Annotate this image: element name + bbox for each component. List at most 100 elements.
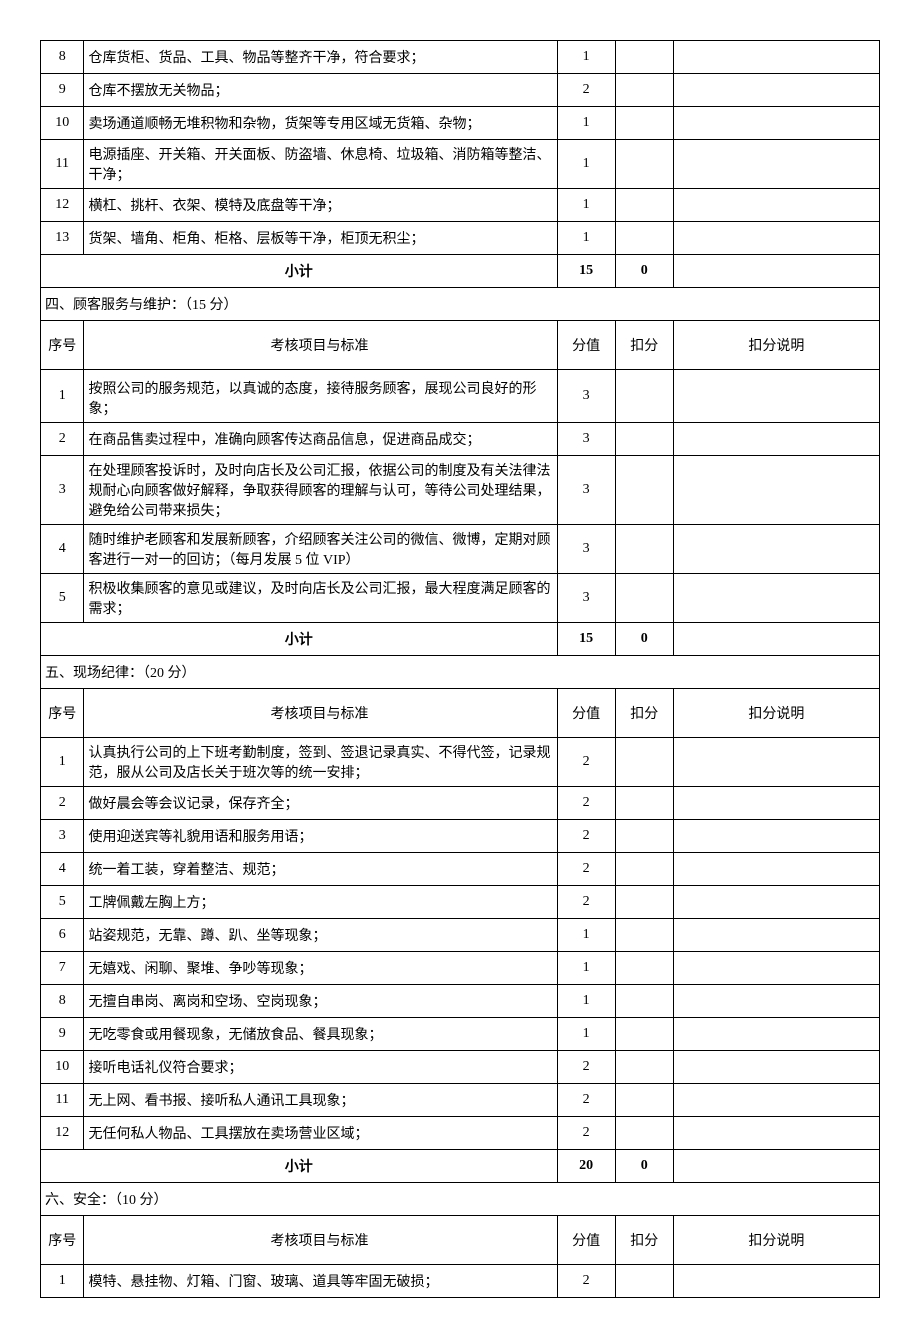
table-row: 8 仓库货柜、货品、工具、物品等整齐干净，符合要求； 1 — [41, 41, 880, 74]
note-cell — [673, 140, 879, 189]
note-cell — [673, 1084, 879, 1117]
note-cell — [673, 74, 879, 107]
note-cell — [673, 886, 879, 919]
column-header-row: 序号 考核项目与标准 分值 扣分 扣分说明 — [41, 1216, 880, 1265]
criteria-cell: 模特、悬挂物、灯箱、门窗、玻璃、道具等牢固无破损； — [84, 1265, 557, 1298]
score-cell: 2 — [557, 738, 615, 787]
note-cell — [673, 189, 879, 222]
deduct-cell — [615, 952, 673, 985]
note-cell — [673, 456, 879, 525]
deduct-cell — [615, 423, 673, 456]
table-row: 4 统一着工装，穿着整洁、规范； 2 — [41, 853, 880, 886]
table-row: 13 货架、墙角、柜角、柜格、层板等干净，柜顶无积尘； 1 — [41, 222, 880, 255]
table-row: 5 工牌佩戴左胸上方； 2 — [41, 886, 880, 919]
criteria-cell: 在处理顾客投诉时，及时向店长及公司汇报，依据公司的制度及有关法律法规耐心向顾客做… — [84, 456, 557, 525]
deduct-cell — [615, 787, 673, 820]
subtotal-score: 20 — [557, 1150, 615, 1183]
header-deduct: 扣分 — [615, 1216, 673, 1265]
note-cell — [673, 222, 879, 255]
table-row: 7 无嬉戏、闲聊、聚堆、争吵等现象； 1 — [41, 952, 880, 985]
note-cell — [673, 370, 879, 423]
seq-cell: 8 — [41, 985, 84, 1018]
deduct-cell — [615, 820, 673, 853]
note-cell — [673, 853, 879, 886]
seq-cell: 4 — [41, 525, 84, 574]
subtotal-score: 15 — [557, 623, 615, 656]
score-cell: 2 — [557, 74, 615, 107]
deduct-cell — [615, 222, 673, 255]
score-cell: 1 — [557, 222, 615, 255]
criteria-cell: 做好晨会等会议记录，保存齐全； — [84, 787, 557, 820]
criteria-cell: 无吃零食或用餐现象，无储放食品、餐具现象； — [84, 1018, 557, 1051]
score-cell: 2 — [557, 1265, 615, 1298]
seq-cell: 10 — [41, 1051, 84, 1084]
criteria-cell: 无嬉戏、闲聊、聚堆、争吵等现象； — [84, 952, 557, 985]
seq-cell: 11 — [41, 1084, 84, 1117]
note-cell — [673, 1117, 879, 1150]
table-row: 8 无擅自串岗、离岗和空场、空岗现象； 1 — [41, 985, 880, 1018]
seq-cell: 5 — [41, 574, 84, 623]
note-cell — [673, 1051, 879, 1084]
deduct-cell — [615, 1084, 673, 1117]
deduct-cell — [615, 1051, 673, 1084]
section4-title: 四、顾客服务与维护：（15 分） — [41, 288, 880, 321]
table-row: 5 积极收集顾客的意见或建议，及时向店长及公司汇报，最大程度满足顾客的需求； 3 — [41, 574, 880, 623]
score-cell: 2 — [557, 1117, 615, 1150]
criteria-cell: 无擅自串岗、离岗和空场、空岗现象； — [84, 985, 557, 1018]
seq-cell: 12 — [41, 1117, 84, 1150]
criteria-cell: 接听电话礼仪符合要求； — [84, 1051, 557, 1084]
deduct-cell — [615, 189, 673, 222]
subtotal-note — [673, 1150, 879, 1183]
section-header-row: 六、安全：（10 分） — [41, 1183, 880, 1216]
criteria-cell: 随时维护老顾客和发展新顾客，介绍顾客关注公司的微信、微博，定期对顾客进行一对一的… — [84, 525, 557, 574]
note-cell — [673, 738, 879, 787]
score-cell: 1 — [557, 189, 615, 222]
criteria-cell: 按照公司的服务规范，以真诚的态度，接待服务顾客，展现公司良好的形象； — [84, 370, 557, 423]
table-row: 4 随时维护老顾客和发展新顾客，介绍顾客关注公司的微信、微博，定期对顾客进行一对… — [41, 525, 880, 574]
criteria-cell: 无任何私人物品、工具摆放在卖场营业区域； — [84, 1117, 557, 1150]
subtotal-deduct: 0 — [615, 623, 673, 656]
note-cell — [673, 574, 879, 623]
section-header-row: 五、现场纪律：（20 分） — [41, 656, 880, 689]
table-row: 12 横杠、挑杆、衣架、模特及底盘等干净； 1 — [41, 189, 880, 222]
header-note: 扣分说明 — [673, 1216, 879, 1265]
score-cell: 1 — [557, 41, 615, 74]
seq-cell: 2 — [41, 423, 84, 456]
note-cell — [673, 423, 879, 456]
deduct-cell — [615, 1018, 673, 1051]
header-deduct: 扣分 — [615, 321, 673, 370]
table-row: 10 接听电话礼仪符合要求； 2 — [41, 1051, 880, 1084]
seq-cell: 9 — [41, 1018, 84, 1051]
deduct-cell — [615, 74, 673, 107]
criteria-cell: 卖场通道顺畅无堆积物和杂物，货架等专用区域无货箱、杂物； — [84, 107, 557, 140]
score-cell: 2 — [557, 1084, 615, 1117]
table-row: 1 认真执行公司的上下班考勤制度，签到、签退记录真实、不得代签，记录规范，服从公… — [41, 738, 880, 787]
header-note: 扣分说明 — [673, 689, 879, 738]
deduct-cell — [615, 919, 673, 952]
score-cell: 2 — [557, 853, 615, 886]
header-seq: 序号 — [41, 321, 84, 370]
score-cell: 1 — [557, 1018, 615, 1051]
table-row: 1 按照公司的服务规范，以真诚的态度，接待服务顾客，展现公司良好的形象； 3 — [41, 370, 880, 423]
seq-cell: 9 — [41, 74, 84, 107]
note-cell — [673, 525, 879, 574]
deduct-cell — [615, 1117, 673, 1150]
criteria-cell: 仓库不摆放无关物品； — [84, 74, 557, 107]
score-cell: 3 — [557, 574, 615, 623]
criteria-cell: 横杠、挑杆、衣架、模特及底盘等干净； — [84, 189, 557, 222]
section6-title: 六、安全：（10 分） — [41, 1183, 880, 1216]
section5-title: 五、现场纪律：（20 分） — [41, 656, 880, 689]
column-header-row: 序号 考核项目与标准 分值 扣分 扣分说明 — [41, 321, 880, 370]
seq-cell: 3 — [41, 456, 84, 525]
header-seq: 序号 — [41, 689, 84, 738]
score-cell: 2 — [557, 820, 615, 853]
note-cell — [673, 1265, 879, 1298]
score-cell: 3 — [557, 370, 615, 423]
deduct-cell — [615, 525, 673, 574]
table-row: 12 无任何私人物品、工具摆放在卖场营业区域； 2 — [41, 1117, 880, 1150]
header-seq: 序号 — [41, 1216, 84, 1265]
subtotal-score: 15 — [557, 255, 615, 288]
seq-cell: 6 — [41, 919, 84, 952]
score-cell: 3 — [557, 456, 615, 525]
subtotal-label: 小计 — [41, 255, 558, 288]
